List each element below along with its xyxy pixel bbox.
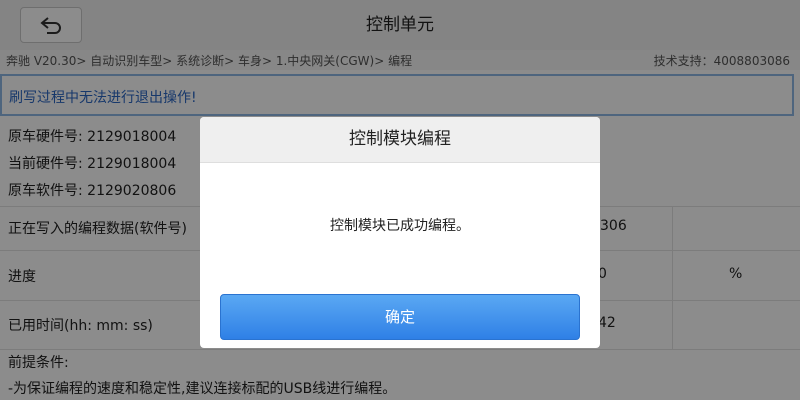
- programming-dialog: 控制模块编程 控制模块已成功编程。 确定: [200, 117, 600, 348]
- dialog-message: 控制模块已成功编程。: [330, 218, 470, 234]
- dialog-title: 控制模块编程: [200, 117, 600, 163]
- confirm-button[interactable]: 确定: [220, 294, 580, 340]
